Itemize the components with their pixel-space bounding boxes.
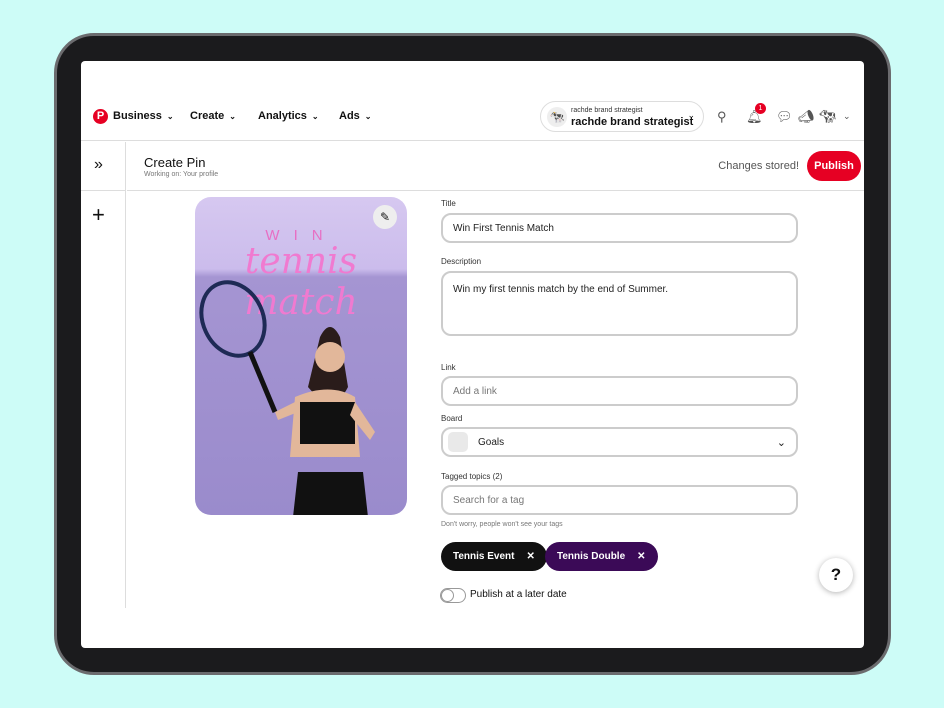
tag-search-placeholder: Search for a tag xyxy=(453,494,525,506)
tag-label: Tennis Double xyxy=(557,551,626,562)
chevron-down-icon: ⌄ xyxy=(311,112,319,121)
tag-search-input[interactable]: Search for a tag xyxy=(441,485,798,515)
save-status: Changes stored! xyxy=(718,160,799,172)
add-icon[interactable]: + xyxy=(92,202,105,228)
divider xyxy=(81,190,126,191)
publish-button[interactable]: Publish xyxy=(807,151,861,181)
description-label: Description xyxy=(441,257,482,266)
title-label: Title xyxy=(441,199,456,208)
help-button[interactable]: ? xyxy=(819,558,853,592)
notification-badge: 1 xyxy=(755,103,766,114)
nav-label: Create xyxy=(190,110,225,122)
close-icon[interactable]: ✕ xyxy=(637,551,645,562)
pinterest-logo-icon[interactable]: P xyxy=(93,109,108,124)
tag-label: Tennis Event xyxy=(453,551,515,562)
board-select[interactable]: Goals ⌄ xyxy=(441,427,798,457)
chevron-down-icon: ⌄ xyxy=(229,112,236,121)
tags-label: Tagged topics (2) xyxy=(441,472,503,481)
link-label: Link xyxy=(441,363,456,372)
edit-pencil-icon[interactable]: ✎ xyxy=(373,205,397,229)
sidebar: » + xyxy=(81,142,126,608)
nav-ads[interactable]: Ads ⌄ xyxy=(339,110,371,122)
board-thumbnail xyxy=(448,432,468,452)
tags-hint: Don't worry, people won't see your tags xyxy=(441,521,563,528)
nav-business[interactable]: Business ⌄ xyxy=(113,110,174,122)
expand-icon[interactable]: » xyxy=(94,156,103,174)
close-icon[interactable]: ✕ xyxy=(527,551,535,562)
nav-label: Business xyxy=(113,110,162,122)
account-name: rachde brand strategist xyxy=(571,116,694,128)
page-title: Create Pin xyxy=(144,155,206,170)
nav-label: Analytics xyxy=(258,110,307,122)
nav-create[interactable]: Create ⌄ xyxy=(190,110,236,122)
tag-chip[interactable]: Tennis Event ✕ xyxy=(441,542,547,571)
title-value: Win First Tennis Match xyxy=(453,222,554,234)
tag-chip[interactable]: Tennis Double ✕ xyxy=(545,542,658,571)
nav-analytics[interactable]: Analytics ⌄ xyxy=(258,110,319,122)
link-placeholder: Add a link xyxy=(453,385,497,397)
megaphone-icon[interactable]: 📣︎ xyxy=(798,109,815,125)
search-icon[interactable]: ⚲ xyxy=(717,109,727,125)
description-textarea[interactable]: Win my first tennis match by the end of … xyxy=(441,271,798,336)
pin-image: WIN tennis match ✎ xyxy=(195,197,407,515)
profile-avatar-icon[interactable]: 🐄︎ xyxy=(819,109,836,125)
chevron-down-icon: ⌄ xyxy=(687,110,695,120)
chevron-down-icon: ⌄ xyxy=(166,112,174,121)
chevron-down-icon[interactable]: ⌄ xyxy=(843,111,851,122)
publish-later-toggle[interactable] xyxy=(440,588,466,603)
chevron-down-icon: ⌄ xyxy=(364,112,372,121)
board-value: Goals xyxy=(478,436,505,448)
account-label-small: rachde brand strategist xyxy=(571,107,643,114)
publish-later-label: Publish at a later date xyxy=(470,589,567,600)
chevron-down-icon: ⌄ xyxy=(776,436,786,449)
top-nav: P Business ⌄ Create ⌄ Analytics ⌄ Ads ⌄ 🐄 ra… xyxy=(81,99,864,141)
link-input[interactable]: Add a link xyxy=(441,376,798,406)
description-value: Win my first tennis match by the end of … xyxy=(453,284,669,295)
messages-icon[interactable]: 💬︎ xyxy=(776,109,793,125)
avatar: 🐄 xyxy=(547,107,567,127)
nav-label: Ads xyxy=(339,110,360,122)
account-switcher[interactable]: 🐄 rachde brand strategist rachde brand s… xyxy=(540,101,704,132)
screen: P Business ⌄ Create ⌄ Analytics ⌄ Ads ⌄ 🐄 ra… xyxy=(81,61,864,648)
page-subtitle: Working on: Your profile xyxy=(144,171,219,178)
tennis-player-illustration xyxy=(199,280,375,515)
title-input[interactable]: Win First Tennis Match xyxy=(441,213,798,243)
board-label: Board xyxy=(441,414,463,423)
toggle-knob xyxy=(441,589,454,602)
page-header: Create Pin Working on: Your profile Chan… xyxy=(127,142,864,191)
